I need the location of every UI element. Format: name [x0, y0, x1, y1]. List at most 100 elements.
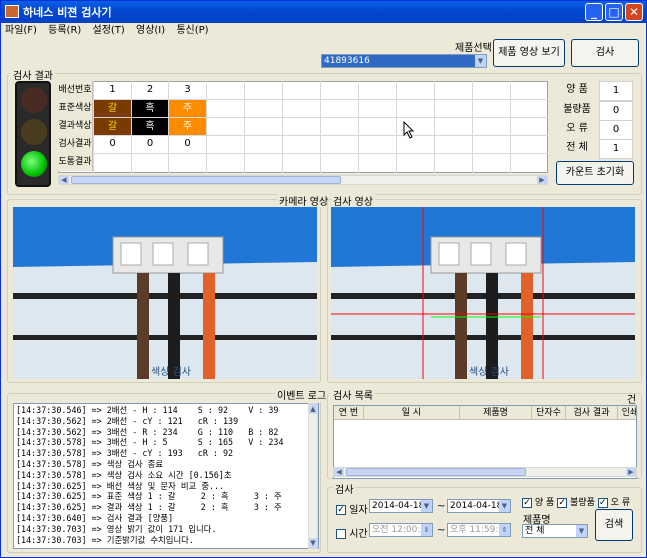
menu-register[interactable]: 등록(R): [44, 23, 85, 39]
result-filters: ✓ 양 품 ✓ 불량품 ✓ 오 류: [522, 495, 630, 508]
search-button[interactable]: 검색: [595, 509, 633, 541]
result-scrollbar[interactable]: ◀ ▶: [58, 175, 548, 185]
inspect-result-cell-2: 0: [146, 138, 154, 149]
view-product-image-button[interactable]: 제품 영상 보기: [493, 39, 565, 67]
col-seq[interactable]: 연 번: [334, 406, 364, 420]
time-checkbox[interactable]: [336, 529, 346, 539]
menu-comm[interactable]: 통신(P): [172, 23, 212, 39]
chevron-down-icon[interactable]: ▼: [475, 55, 486, 67]
product-name-select[interactable]: 전 체 ▼: [522, 524, 588, 538]
result-color-cell-2: 흑: [132, 118, 168, 135]
list-label: 검사 목록: [331, 387, 375, 402]
list-count-unit: 건: [627, 395, 637, 406]
date-to-picker[interactable]: 2014-04-18 ▼: [447, 499, 511, 513]
search-group-label: 검사: [333, 481, 356, 496]
result-color-cell-1: 갈: [94, 118, 131, 135]
minimize-button[interactable]: _: [585, 3, 603, 21]
row-label-result-color: 결과색상: [58, 117, 93, 135]
maximize-button[interactable]: □: [605, 3, 623, 21]
scroll-left-icon[interactable]: ◀: [59, 176, 69, 184]
inspect-view-label: 검사 영상: [331, 193, 375, 208]
count-good-label: 양 품: [566, 84, 588, 95]
menu-image[interactable]: 영상(I): [132, 23, 169, 39]
spin-icon[interactable]: ⇕: [421, 524, 432, 536]
good-checkbox[interactable]: ✓: [522, 497, 532, 508]
log-line: [14:37:30.562] => 3배선 - R : 234 G : 110 …: [16, 426, 279, 437]
scroll-right-icon[interactable]: ▶: [626, 468, 636, 476]
log-line: [14:37:30.625] => 배선 색상 및 문자 비교 중...: [16, 480, 225, 491]
camera-image: 색상 검사: [13, 207, 317, 379]
menu-settings[interactable]: 설정(T): [89, 23, 129, 39]
spin-icon[interactable]: ⇕: [499, 524, 510, 536]
scroll-thumb[interactable]: [346, 468, 526, 476]
inspect-view[interactable]: 색상 검사: [331, 207, 635, 379]
col-datetime[interactable]: 일 시: [364, 406, 460, 420]
time-to-picker[interactable]: 오후 11:59:59 ⇕: [447, 523, 511, 537]
col-terminals[interactable]: 단자수: [532, 406, 566, 420]
standard-color-cell-3: 주: [169, 100, 206, 117]
date-checkbox[interactable]: ✓: [336, 505, 346, 515]
standard-color-cell-1: 갈: [94, 100, 131, 117]
header-col-3: 3: [184, 84, 191, 95]
chevron-down-icon[interactable]: ▼: [421, 500, 432, 512]
log-scrollbar[interactable]: ▲ ▼: [308, 403, 318, 549]
standard-color-cell-2: 흑: [132, 100, 168, 117]
date-filter[interactable]: ✓ 일자: [336, 501, 368, 516]
header-col-2: 2: [146, 84, 154, 95]
title-bar[interactable]: 하네스 비젼 검사기 _ □ ✕: [1, 1, 646, 23]
scroll-down-icon[interactable]: ▼: [309, 538, 317, 548]
menu-file[interactable]: 파일(F): [1, 23, 41, 39]
list-scrollbar[interactable]: ◀ ▶: [333, 467, 637, 477]
reset-count-button[interactable]: 카운트 초기화: [556, 161, 634, 185]
count-bad-value: 0: [599, 101, 633, 121]
date-to-value: 2014-04-18: [450, 501, 503, 511]
scroll-up-icon[interactable]: ▲: [309, 404, 317, 414]
time-filter[interactable]: 시간: [336, 525, 368, 540]
scroll-right-icon[interactable]: ▶: [537, 176, 547, 184]
log-line: [14:37:30.562] => 2배선 - cY : 121 cR : 13…: [16, 415, 239, 426]
date-from-picker[interactable]: 2014-04-18 ▼: [369, 499, 433, 513]
camera-view[interactable]: 색상 검사: [13, 207, 317, 379]
app-icon: [5, 5, 19, 18]
log-line: [14:37:30.578] => 색상 검사 종료: [16, 458, 164, 469]
traffic-light: [15, 81, 51, 187]
result-color-cell-3: 주: [169, 118, 206, 135]
log-line: [14:37:30.703] => 영상 밝기 값이 171 입니다.: [16, 523, 217, 534]
count-total-value: 1: [599, 139, 633, 159]
log-line: [14:37:30.546] => 2배선 - H : 114 S : 92 V…: [16, 405, 279, 415]
chevron-down-icon[interactable]: ▼: [576, 525, 587, 537]
chevron-down-icon[interactable]: ▼: [499, 500, 510, 512]
header-col-1: 1: [109, 84, 116, 95]
log-line: [14:37:30.578] => 3배선 - cY : 193 cR : 92: [16, 448, 234, 459]
inspect-overlay-text: 색상 검사: [469, 366, 509, 378]
product-select[interactable]: 41893616 ▼: [321, 54, 487, 68]
col-print[interactable]: 인쇄: [618, 406, 636, 420]
window-title: 하네스 비젼 검사기: [23, 6, 112, 19]
mouse-cursor-icon: [403, 121, 415, 139]
log-line: [14:37:30.640] => 검사 결과 [양품]: [16, 512, 174, 523]
scroll-left-icon[interactable]: ◀: [334, 468, 344, 476]
log-line: [14:37:30.625] => 표준 색상 1 : 갈 2 : 흑 3 : …: [16, 491, 282, 502]
time-from-picker[interactable]: 오전 12:00:00 ⇕: [369, 523, 433, 537]
bad-checkbox[interactable]: ✓: [557, 497, 568, 508]
count-good-value: 1: [599, 81, 633, 101]
product-select-value: 41893616: [324, 56, 370, 66]
scroll-thumb[interactable]: [71, 176, 341, 184]
close-button[interactable]: ✕: [625, 3, 643, 21]
event-log[interactable]: [14:37:30.546] => 2배선 - H : 114 S : 92 V…: [13, 403, 319, 549]
count-error-label: 오 류: [566, 123, 588, 134]
row-label-standard-color: 표준색상: [58, 99, 93, 117]
good-filter-label: 양 품: [534, 498, 555, 508]
count-bad-label: 불량품: [563, 104, 591, 115]
camera-overlay-text: 색상 검사: [151, 366, 191, 378]
camera-label: 카메라 영상: [277, 193, 331, 208]
inspect-button[interactable]: 검사: [571, 39, 639, 67]
col-product[interactable]: 제품명: [460, 406, 532, 420]
error-checkbox[interactable]: ✓: [597, 497, 608, 508]
product-select-label: 제품선택: [455, 43, 492, 54]
log-line: [14:37:30.578] => 3배선 - H : 5 S : 165 V …: [16, 437, 284, 448]
date-label: 일자: [349, 505, 368, 516]
inspect-image: 색상 검사: [331, 207, 635, 379]
col-result[interactable]: 검사 결과: [566, 406, 618, 420]
row-label-continuity: 도통결과: [58, 153, 93, 171]
